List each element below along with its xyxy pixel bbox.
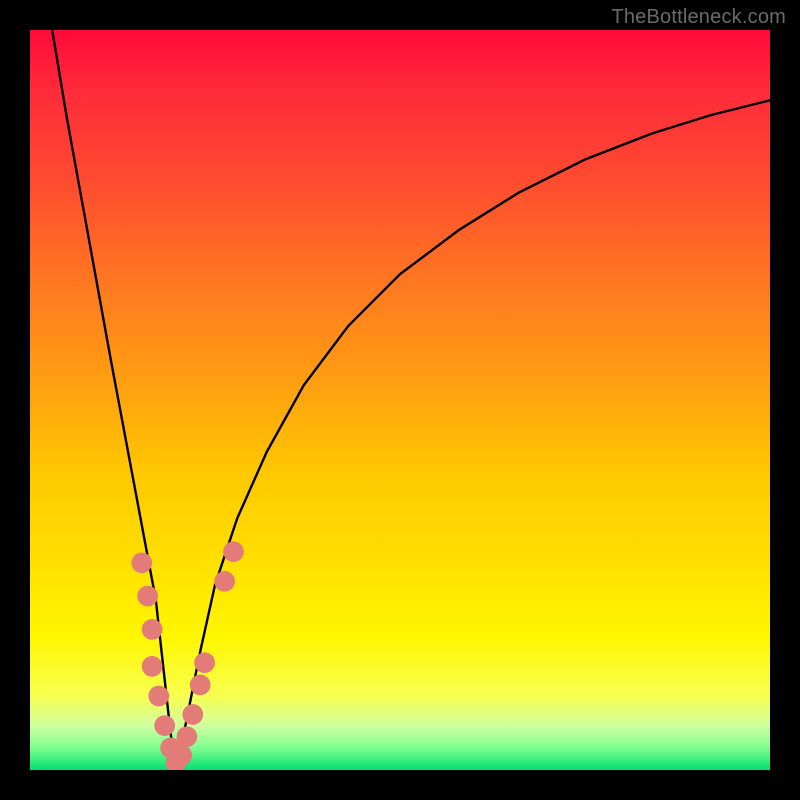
marker-dot	[223, 541, 244, 562]
plot-area	[30, 30, 770, 770]
marker-dot	[214, 571, 235, 592]
marker-dot	[154, 715, 175, 736]
marker-dot	[137, 586, 158, 607]
marker-dot	[148, 686, 169, 707]
marker-dot	[194, 652, 215, 673]
chart-frame: TheBottleneck.com	[0, 0, 800, 800]
marker-dot	[131, 552, 152, 573]
marker-dot	[182, 704, 203, 725]
marker-group	[131, 541, 243, 770]
marker-dot	[177, 726, 198, 747]
watermark-text: TheBottleneck.com	[611, 6, 786, 29]
bottleneck-curve	[52, 30, 770, 770]
marker-dot	[171, 745, 192, 766]
curve-layer	[30, 30, 770, 770]
marker-dot	[142, 656, 163, 677]
marker-dot	[190, 675, 211, 696]
marker-dot	[142, 619, 163, 640]
